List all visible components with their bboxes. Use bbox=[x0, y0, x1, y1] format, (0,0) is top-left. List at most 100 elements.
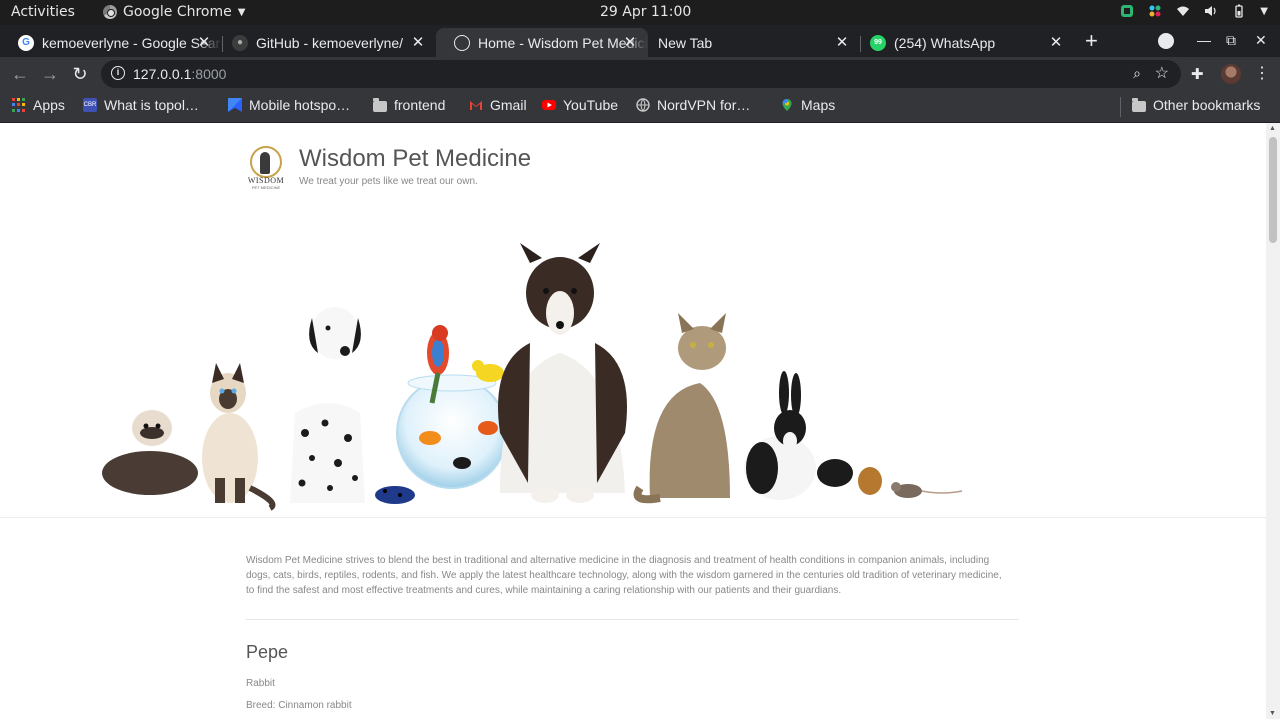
tab-title: New Tab bbox=[658, 34, 713, 51]
site-title[interactable]: Wisdom Pet Medicine bbox=[299, 144, 531, 174]
github-icon: ● bbox=[232, 34, 248, 51]
siamese-cat-figure bbox=[202, 363, 276, 511]
site-tagline: We treat your pets like we treat our own… bbox=[299, 176, 478, 187]
cbr-icon: CBR bbox=[83, 98, 97, 112]
globe-icon bbox=[636, 98, 650, 112]
zoom-icon[interactable]: ⌕ bbox=[1133, 65, 1141, 82]
chrome-menu-icon[interactable]: ⋮ bbox=[1254, 63, 1270, 83]
whatsapp-icon: 99 bbox=[870, 34, 886, 51]
bookmark-youtube[interactable]: YouTube bbox=[542, 97, 618, 113]
bookmark-folder-frontend[interactable]: frontend bbox=[373, 97, 445, 113]
chrome-icon bbox=[103, 5, 117, 19]
bookmark-label: Maps bbox=[801, 97, 836, 113]
os-top-bar: Activities Google Chrome ▼ 29 Apr 11:00 … bbox=[0, 0, 1280, 25]
dutch-rabbit-figure bbox=[744, 371, 816, 500]
extensions-puzzle-icon[interactable]: ✚ bbox=[1191, 65, 1204, 83]
pet-species: Rabbit bbox=[246, 678, 275, 689]
app-menu-label: Google Chrome bbox=[123, 4, 232, 20]
tab-google-search[interactable]: G kemoeverlyne - Google Search ✕ bbox=[0, 28, 222, 57]
tab-wisdom-pet[interactable]: Home - Wisdom Pet Medicine ✕ bbox=[436, 28, 648, 57]
maps-icon bbox=[782, 99, 792, 111]
bookmarks-bar: Apps CBR What is topol… Mobile hotspo… f… bbox=[0, 91, 1280, 123]
hero-pets-image bbox=[102, 243, 963, 511]
page-scrollbar[interactable]: ▲ ▼ bbox=[1266, 123, 1280, 719]
close-tab-icon[interactable]: ✕ bbox=[622, 33, 638, 51]
close-tab-icon[interactable]: ✕ bbox=[196, 33, 212, 51]
bookmark-label: frontend bbox=[394, 97, 446, 113]
bookmark-label: Gmail bbox=[490, 97, 527, 113]
tab-whatsapp[interactable]: 99 (254) WhatsApp ✕ bbox=[852, 28, 1074, 57]
poison-frog-figure bbox=[375, 486, 415, 504]
bookmark-label: Apps bbox=[33, 97, 65, 113]
back-button[interactable]: ← bbox=[10, 64, 30, 85]
scroll-down-arrow-icon[interactable]: ▼ bbox=[1269, 710, 1276, 717]
fishbowl-figure bbox=[396, 325, 508, 489]
bookmark-nordvpn[interactable]: NordVPN for… bbox=[636, 97, 750, 113]
site-logo[interactable]: WISDOM PET MEDICINE bbox=[246, 146, 286, 190]
ferret-figure bbox=[102, 410, 198, 495]
bookmark-gmail[interactable]: Gmail bbox=[469, 97, 527, 113]
google-icon: G bbox=[18, 34, 34, 51]
address-bar[interactable]: i 127.0.0.1:8000 ⌕ ☆ bbox=[101, 60, 1181, 88]
minimize-button[interactable]: — bbox=[1197, 32, 1211, 48]
bookmark-label: YouTube bbox=[563, 97, 619, 113]
close-tab-icon[interactable]: ✕ bbox=[834, 33, 850, 51]
mouse-figure bbox=[891, 482, 963, 498]
system-tray[interactable]: ▼ bbox=[1120, 4, 1268, 18]
bookmark-label: What is topol… bbox=[104, 97, 199, 113]
pet-breed: Breed: Cinnamon rabbit bbox=[246, 700, 352, 711]
folder-icon bbox=[1132, 97, 1146, 112]
logo-wordmark: WISDOM bbox=[247, 176, 285, 185]
tab-search-icon[interactable] bbox=[1158, 33, 1174, 49]
app-menu[interactable]: Google Chrome ▼ bbox=[103, 4, 245, 20]
bookmark-label: Other bookmarks bbox=[1153, 97, 1261, 113]
tab-title: (254) WhatsApp bbox=[894, 34, 996, 51]
bookmark-topology[interactable]: CBR What is topol… bbox=[83, 97, 199, 113]
site-header: WISDOM PET MEDICINE Wisdom Pet Medicine … bbox=[246, 144, 531, 190]
maximize-button[interactable]: ⧉ bbox=[1226, 32, 1236, 49]
site-info-icon[interactable]: i bbox=[111, 66, 125, 80]
profile-avatar[interactable] bbox=[1221, 64, 1241, 84]
new-tab-button[interactable]: + bbox=[1085, 30, 1098, 52]
folder-icon bbox=[373, 97, 387, 112]
tabby-cat-figure bbox=[633, 313, 730, 504]
browser-toolbar: ← → ↻ i 127.0.0.1:8000 ⌕ ☆ ✚ ⋮ bbox=[0, 57, 1280, 91]
section-divider bbox=[246, 619, 1019, 620]
tab-new-tab[interactable]: New Tab ✕ bbox=[640, 28, 860, 57]
activities-button[interactable]: Activities bbox=[11, 4, 75, 20]
globe-icon bbox=[454, 34, 470, 51]
bookmark-maps[interactable]: Maps bbox=[780, 97, 835, 113]
slack-icon[interactable] bbox=[1148, 4, 1162, 18]
hero-divider bbox=[0, 517, 1266, 518]
bookmark-other-bookmarks[interactable]: Other bookmarks bbox=[1132, 97, 1260, 113]
close-tab-icon[interactable]: ✕ bbox=[410, 33, 426, 51]
app-indicator-icon[interactable] bbox=[1120, 4, 1134, 18]
reload-button[interactable]: ↻ bbox=[70, 64, 90, 85]
scrollbar-thumb[interactable] bbox=[1269, 137, 1277, 243]
pet-name[interactable]: Pepe bbox=[246, 642, 288, 663]
brand-block: Wisdom Pet Medicine We treat your pets l… bbox=[299, 144, 531, 190]
guinea-pig-figure bbox=[814, 459, 882, 501]
forward-button[interactable]: → bbox=[40, 64, 60, 85]
bookmark-mobile-hotspot[interactable]: Mobile hotspo… bbox=[228, 97, 350, 113]
url-text[interactable]: 127.0.0.1:8000 bbox=[133, 66, 226, 82]
chevron-down-icon: ▼ bbox=[237, 6, 246, 18]
clock[interactable]: 29 Apr 11:00 bbox=[600, 4, 691, 20]
bookmark-label: NordVPN for… bbox=[657, 97, 751, 113]
close-window-button[interactable]: ✕ bbox=[1255, 32, 1267, 49]
close-tab-icon[interactable]: ✕ bbox=[1048, 33, 1064, 51]
intro-paragraph: Wisdom Pet Medicine strives to blend the… bbox=[246, 555, 1002, 596]
volume-icon[interactable] bbox=[1204, 4, 1218, 18]
bookmark-label: Mobile hotspo… bbox=[249, 97, 351, 113]
sheltie-dog-figure bbox=[498, 243, 627, 503]
battery-icon[interactable] bbox=[1232, 4, 1246, 18]
power-menu-chevron-icon[interactable]: ▼ bbox=[1260, 6, 1268, 17]
wifi-icon[interactable] bbox=[1176, 4, 1190, 18]
logo-dog-icon bbox=[260, 152, 270, 174]
dalmatian-figure bbox=[290, 307, 365, 503]
tab-github[interactable]: ● GitHub - kemoeverlyne/ ✕ bbox=[214, 28, 436, 57]
bookmark-star-icon[interactable]: ☆ bbox=[1155, 63, 1169, 83]
bookmark-apps[interactable]: Apps bbox=[12, 97, 65, 113]
scroll-up-arrow-icon[interactable]: ▲ bbox=[1269, 125, 1276, 132]
apps-grid-icon bbox=[12, 98, 26, 112]
